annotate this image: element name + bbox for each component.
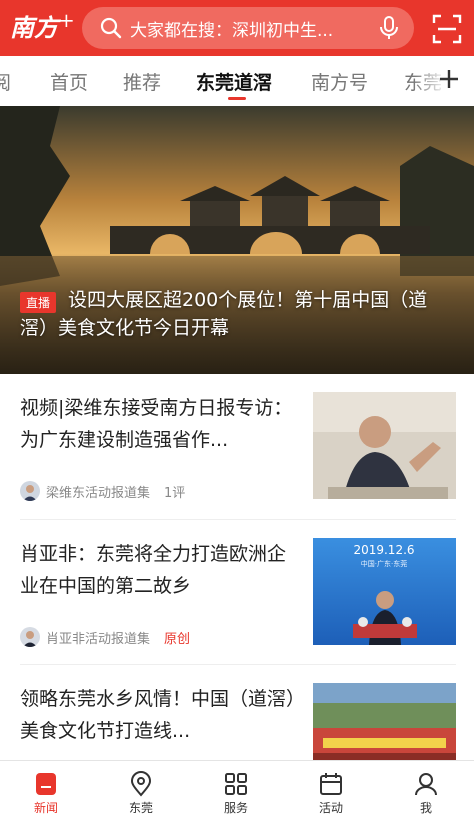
avatar: [20, 627, 40, 647]
nav-me[interactable]: 我: [396, 767, 456, 821]
nav-label: 新闻: [33, 801, 58, 815]
thumbnail-image: [313, 683, 456, 760]
tab-home[interactable]: 首页: [50, 68, 88, 95]
article-title: 领略东莞水乡风情！中国（道滘）美食文化节打造线...: [20, 688, 296, 742]
thumbnail-date: 2019.12.6: [353, 543, 414, 557]
active-tab-indicator: [228, 97, 246, 100]
article-thumbnail: [313, 392, 456, 499]
user-icon: [415, 773, 437, 796]
logo-text: 南方: [10, 13, 58, 42]
hero-headline: 设四大展区超200个展位！第十届中国（道滘）美食文化节今日开幕: [20, 289, 428, 339]
article-item[interactable]: 领略东莞水乡风情！中国（道滘）美食文化节打造线...: [0, 665, 474, 760]
logo-plus: +: [58, 8, 75, 32]
avatar: [20, 481, 40, 501]
nav-dongguan[interactable]: 东莞: [111, 767, 171, 821]
tab-dongguan-daojiao[interactable]: 东莞道滘: [196, 68, 272, 95]
location-icon: [130, 771, 152, 797]
article-title: 视频|梁维东接受南方日报专访：为广东建设制造强省作...: [20, 397, 293, 451]
add-channel-icon[interactable]: [438, 68, 460, 90]
article-source[interactable]: 梁维东活动报道集: [46, 482, 150, 501]
nav-label: 我: [419, 801, 432, 815]
microphone-icon[interactable]: [378, 16, 400, 40]
search-bar[interactable]: 大家都在搜：深圳初中生...: [82, 7, 414, 49]
article-item[interactable]: 视频|梁维东接受南方日报专访：为广东建设制造强省作... 梁维东活动报道集 1评: [0, 374, 474, 520]
tab-recommend[interactable]: 推荐: [123, 68, 161, 95]
hero-headline-wrap: 设四大展区超200个展位！第十届中国（道滘）美食文化节今日开幕: [20, 286, 450, 342]
nav-events[interactable]: 活动: [301, 767, 361, 821]
hero-banner[interactable]: 直播 设四大展区超200个展位！第十届中国（道滘）美食文化节今日开幕: [0, 106, 474, 374]
thumbnail-subtitle: 中国·广东·东莞: [361, 559, 407, 568]
article-item[interactable]: 肖亚非：东莞将全力打造欧洲企业在中国的第二故乡 2019.12.6 中国·广东·…: [0, 520, 474, 666]
tab-partial-left[interactable]: 阅: [0, 68, 11, 95]
article-thumbnail: [313, 683, 456, 760]
search-placeholder: 大家都在搜：深圳初中生...: [130, 20, 334, 41]
bottom-nav: 新闻 东莞 服务 活动 我: [0, 760, 474, 822]
search-icon: [100, 17, 122, 39]
channel-tabs: 阅 首页 推荐 东莞道滘 南方号 东莞: [0, 56, 474, 106]
nav-news[interactable]: 新闻: [16, 767, 76, 821]
nav-services[interactable]: 服务: [206, 767, 266, 821]
app-logo[interactable]: 南方 +: [10, 8, 76, 48]
article-thumbnail: 2019.12.6 中国·广东·东莞: [313, 538, 456, 645]
comment-count: 1评: [164, 485, 186, 501]
nav-label: 东莞: [128, 801, 153, 815]
original-tag: 原创: [164, 631, 191, 647]
calendar-icon: [320, 773, 342, 795]
tab-nanfanghao[interactable]: 南方号: [311, 68, 368, 95]
nav-label: 服务: [223, 801, 248, 815]
grid-icon: [225, 773, 247, 795]
scan-icon[interactable]: [432, 14, 462, 44]
article-meta: 梁维东活动报道集 1评: [20, 480, 185, 502]
thumbnail-image: 2019.12.6 中国·广东·东莞: [313, 538, 456, 645]
nav-label: 活动: [318, 801, 343, 815]
thumbnail-image: [313, 392, 456, 499]
article-title: 肖亚非：东莞将全力打造欧洲企业在中国的第二故乡: [20, 543, 287, 597]
article-meta: 肖亚非活动报道集 原创: [20, 626, 190, 648]
news-icon: [36, 773, 56, 795]
top-bar: 南方 + 大家都在搜：深圳初中生...: [0, 0, 474, 56]
article-source[interactable]: 肖亚非活动报道集: [46, 628, 150, 647]
